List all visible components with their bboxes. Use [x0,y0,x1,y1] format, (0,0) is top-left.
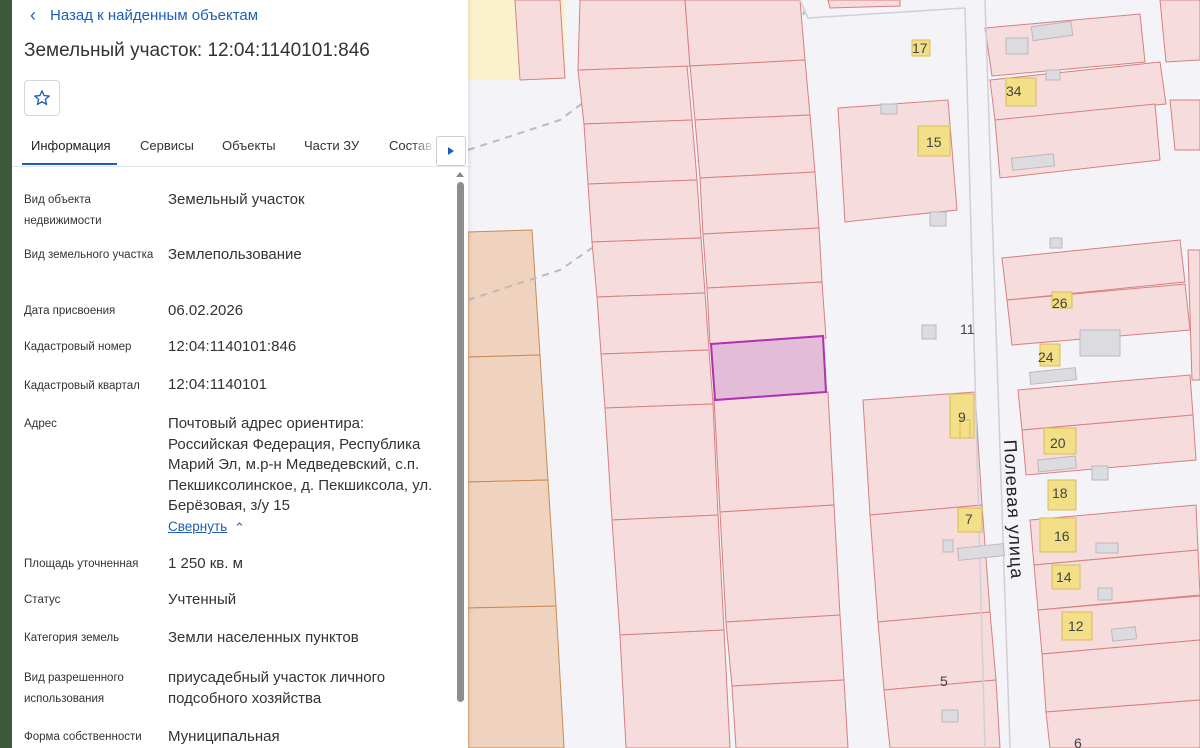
field-label-area: Площадь уточненная [24,558,139,570]
house-number-label: 16 [1054,528,1070,544]
house-number-label: 15 [926,134,942,150]
house-number-label: 24 [1038,349,1054,365]
house-number-label: 12 [1068,618,1084,634]
chevron-up-icon[interactable]: ⌃ [234,520,245,536]
house-number-label: 11 [960,321,975,337]
field-value-permitted-use: приусадебный участок личного подсобного … [168,669,386,707]
field-value-date: 06.02.2026 [168,302,244,319]
page-title: Земельный участок: 12:04:1140101:846 [24,40,370,61]
collapse-link[interactable]: Свернуть [168,519,227,534]
field-value-address: Почтовый адрес ориентира: Российская Фед… [168,415,433,514]
caret-right-icon [448,147,454,155]
house-number-label: 14 [1056,569,1072,585]
active-tab-indicator [22,163,117,165]
scrollbar-thumb[interactable] [457,182,464,702]
tab-parts[interactable]: Части ЗУ [304,138,359,153]
field-value-category: Земли населенных пунктов [168,629,359,646]
house-number-label: 9 [958,409,966,425]
selected-parcel[interactable] [709,334,828,402]
house-number-label: 20 [1050,435,1066,451]
field-label-cad-number: Кадастровый номер [24,341,132,353]
field-label-address: Адрес [24,418,57,430]
star-outline-icon [34,90,50,106]
field-value-cad-block: 12:04:1140101 [168,376,267,393]
house-number-label: 5 [940,673,948,689]
field-value-cad-number: 12:04:1140101:846 [168,338,297,355]
favorite-button[interactable] [24,80,60,116]
house-number-label: 34 [1006,83,1022,99]
field-value-land-type: Землепользование [168,246,302,263]
field-label-status: Статус [24,594,61,606]
tab-fade [412,130,436,160]
field-value-status: Учтенный [168,591,237,608]
house-number-label: 6 [1074,735,1082,748]
field-label-cad-block: Кадастровый квартал [24,380,140,392]
tab-information[interactable]: Информация [31,138,111,153]
chevron-left-icon: ‹ [30,5,36,25]
field-label-land-type: Вид земельного участка [24,249,154,261]
tab-services[interactable]: Сервисы [140,138,194,153]
field-label-ownership: Форма собственности [24,731,142,743]
field-value-ownership: Муниципальная [168,728,280,745]
house-number-label: 26 [1052,295,1068,311]
field-value-area: 1 250 кв. м [168,555,243,572]
back-link[interactable]: ‹ Назад к найденным объектам [30,5,258,25]
field-label-category: Категория земель [24,632,120,644]
house-number-label: 7 [965,511,973,527]
house-number-label: 17 [912,40,928,56]
info-panel: ‹ Назад к найденным объектам Земельный у… [12,0,468,748]
tab-objects[interactable]: Объекты [222,138,276,153]
house-number-label: 18 [1052,485,1068,501]
field-label-permitted-use: Вид разрешенного использования [24,672,124,705]
desktop-background-strip [0,0,12,748]
field-label-object-type: Вид объекта недвижимости [24,194,102,227]
back-link-label: Назад к найденным объектам [50,6,259,24]
field-value-object-type: Земельный участок [168,191,305,208]
field-label-date: Дата присвоения [24,305,116,317]
scroll-up-arrow[interactable] [456,172,464,177]
tab-bar: Информация Сервисы Объекты Части ЗУ Сост… [12,126,468,167]
tabs-scroll-button[interactable] [436,136,466,166]
